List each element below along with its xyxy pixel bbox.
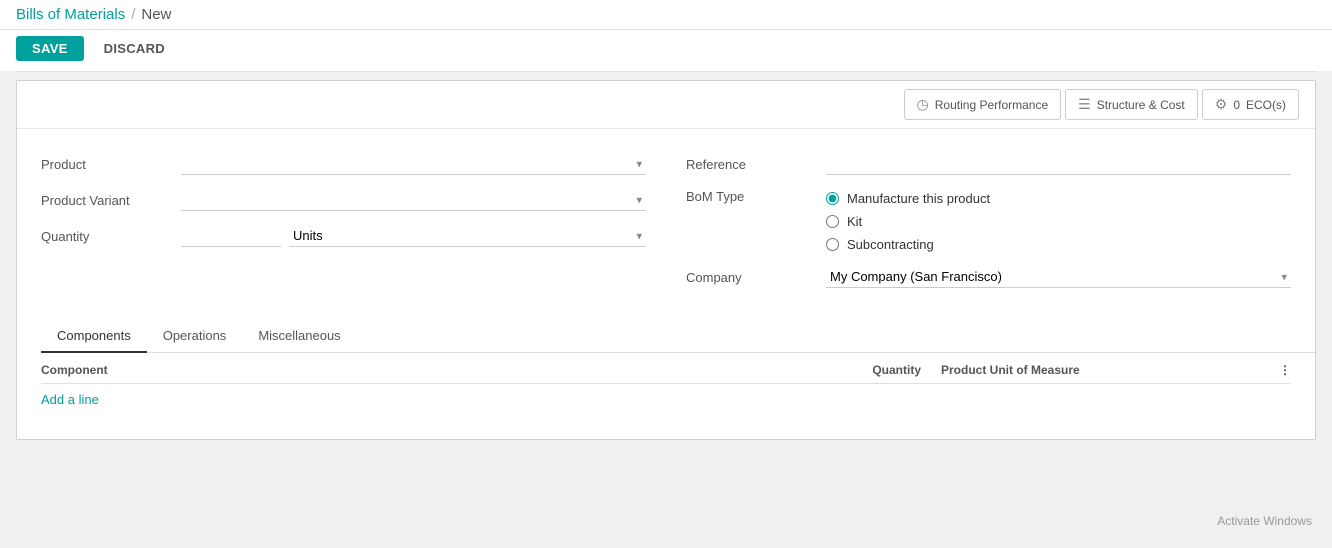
structure-cost-label: Structure & Cost: [1097, 98, 1185, 112]
product-variant-field[interactable]: [181, 189, 646, 211]
bom-type-manufacture-label: Manufacture this product: [847, 191, 990, 206]
bom-type-row: BoM Type Manufacture this product Kit: [686, 189, 1291, 252]
action-bar: SAVE DISCARD: [0, 30, 1332, 71]
bom-type-kit-radio[interactable]: [826, 215, 839, 228]
breadcrumb: Bills of Materials / New: [0, 0, 1332, 30]
routing-performance-button[interactable]: ◷ Routing Performance: [904, 89, 1062, 120]
add-line-button[interactable]: Add a line: [41, 384, 99, 415]
bom-type-group: Manufacture this product Kit Subcontract…: [826, 191, 990, 252]
product-row: Product: [41, 153, 646, 175]
reference-label: Reference: [686, 157, 826, 172]
quantity-field-group: 1.00 Units: [181, 225, 646, 247]
company-row: Company My Company (San Francisco): [686, 266, 1291, 288]
form-right: Reference BoM Type Manufacture this prod…: [686, 153, 1291, 288]
col-uom-header: Product Unit of Measure: [941, 363, 1271, 377]
company-label: Company: [686, 270, 826, 285]
card-toolbar: ◷ Routing Performance ☰ Structure & Cost…: [17, 81, 1315, 129]
discard-button[interactable]: DISCARD: [92, 36, 177, 61]
form-left: Product Product Variant: [41, 153, 646, 288]
col-options-header: ⋮: [1271, 363, 1291, 377]
company-select[interactable]: My Company (San Francisco): [826, 266, 1291, 288]
breadcrumb-parent[interactable]: Bills of Materials: [16, 6, 125, 23]
save-button[interactable]: SAVE: [16, 36, 84, 61]
bom-type-kit-label: Kit: [847, 214, 862, 229]
form-body: Product Product Variant: [17, 129, 1315, 300]
bom-type-manufacture-radio[interactable]: [826, 192, 839, 205]
breadcrumb-separator: /: [131, 6, 135, 23]
product-variant-row: Product Variant: [41, 189, 646, 211]
quantity-unit-select[interactable]: Units: [289, 225, 646, 247]
main-card: ◷ Routing Performance ☰ Structure & Cost…: [16, 80, 1316, 440]
breadcrumb-current: New: [141, 6, 171, 23]
bom-type-kit[interactable]: Kit: [826, 214, 990, 229]
quantity-unit-wrapper[interactable]: Units: [289, 225, 646, 247]
form-grid: Product Product Variant: [41, 153, 1291, 288]
col-component-header: Component: [41, 363, 701, 377]
company-field[interactable]: My Company (San Francisco): [826, 266, 1291, 288]
quantity-input[interactable]: 1.00: [181, 225, 281, 247]
tab-operations[interactable]: Operations: [147, 320, 243, 353]
bom-type-label: BoM Type: [686, 189, 826, 204]
activate-windows-watermark: Activate Windows: [1217, 514, 1312, 528]
gear-icon: ⚙: [1215, 96, 1228, 113]
reference-row: Reference: [686, 153, 1291, 175]
reference-input[interactable]: [826, 153, 1291, 175]
table-section: Component Quantity Product Unit of Measu…: [17, 353, 1315, 439]
col-quantity-header: Quantity: [701, 363, 921, 377]
bom-type-subcontracting-radio[interactable]: [826, 238, 839, 251]
tab-components[interactable]: Components: [41, 320, 147, 353]
clock-icon: ◷: [917, 96, 929, 113]
ecos-count: 0: [1233, 98, 1240, 112]
bom-type-subcontracting[interactable]: Subcontracting: [826, 237, 990, 252]
bom-type-subcontracting-label: Subcontracting: [847, 237, 934, 252]
product-field[interactable]: [181, 153, 646, 175]
product-variant-select[interactable]: [181, 189, 646, 211]
bom-type-manufacture[interactable]: Manufacture this product: [826, 191, 990, 206]
routing-performance-label: Routing Performance: [935, 98, 1048, 112]
ecos-button[interactable]: ⚙ 0 ECO(s): [1202, 89, 1299, 120]
product-label: Product: [41, 157, 181, 172]
table-header: Component Quantity Product Unit of Measu…: [41, 353, 1291, 384]
tab-miscellaneous[interactable]: Miscellaneous: [242, 320, 356, 353]
list-icon: ☰: [1078, 96, 1091, 113]
quantity-label: Quantity: [41, 229, 181, 244]
product-select[interactable]: [181, 153, 646, 175]
tabs-bar: Components Operations Miscellaneous: [41, 320, 1315, 353]
structure-cost-button[interactable]: ☰ Structure & Cost: [1065, 89, 1198, 120]
product-variant-label: Product Variant: [41, 193, 181, 208]
ecos-suffix: ECO(s): [1246, 98, 1286, 112]
quantity-row: Quantity 1.00 Units: [41, 225, 646, 247]
